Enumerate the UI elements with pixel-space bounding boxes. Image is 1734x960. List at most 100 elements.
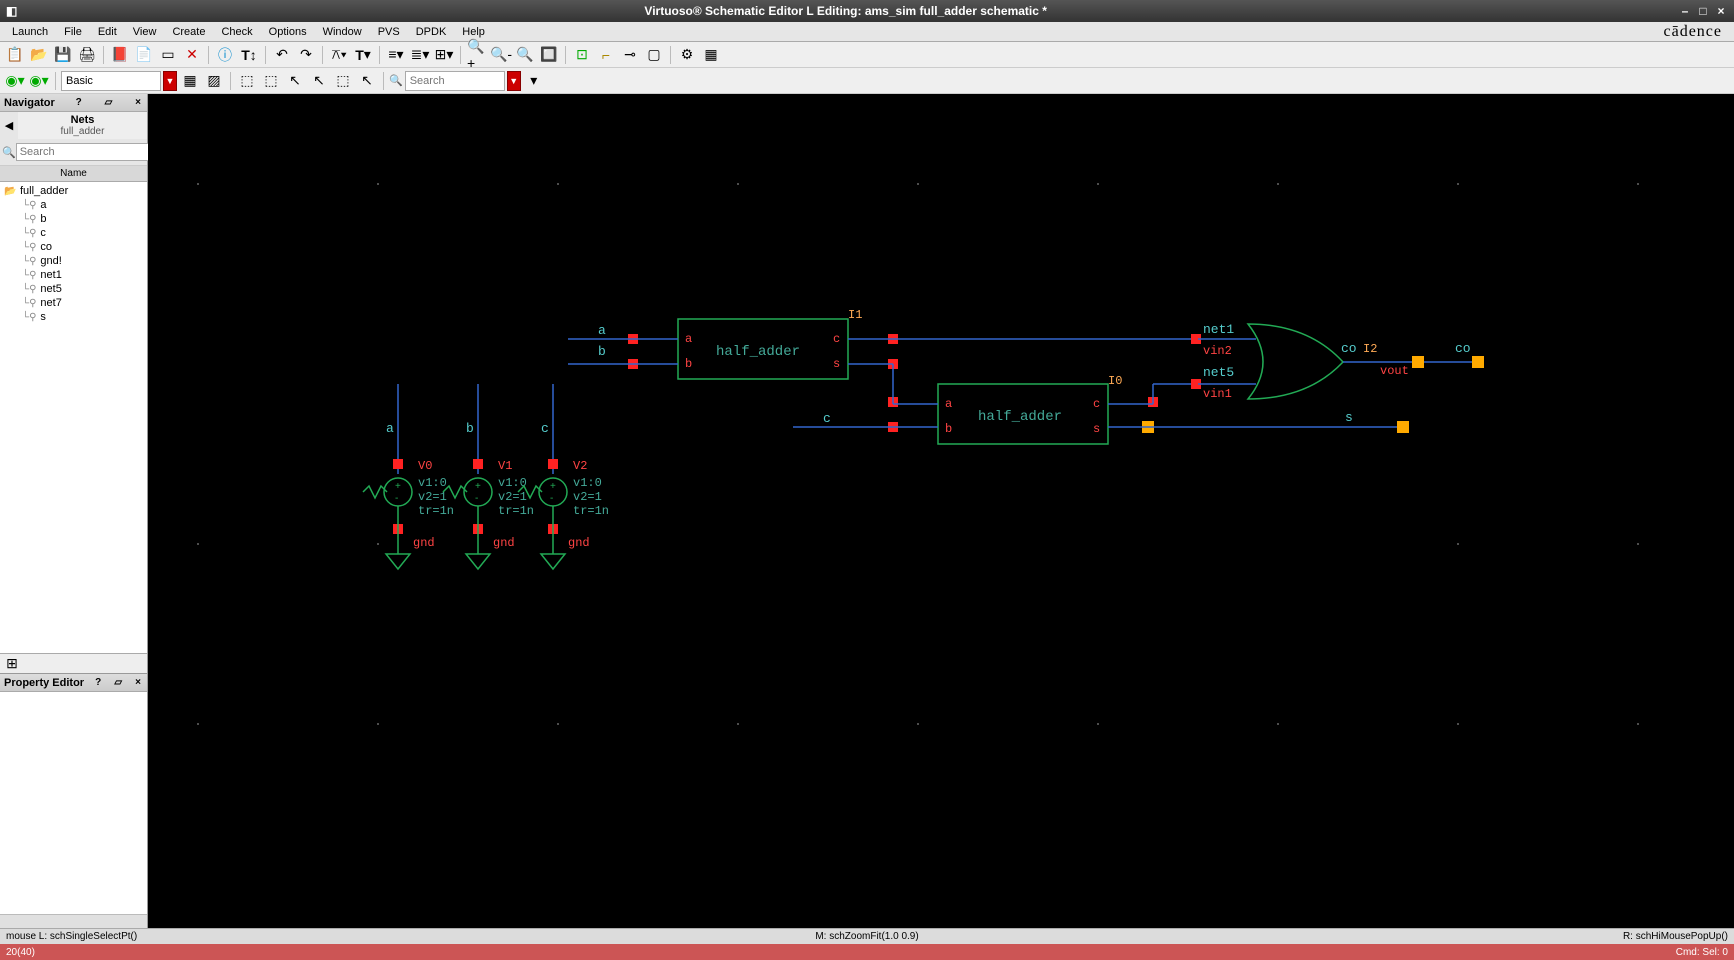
navigator-header: Navigator ? ▱ × [0,94,147,112]
net-icon: └⚲ [22,312,36,323]
navigator-list-header[interactable]: Name [0,166,147,182]
create-wire-icon[interactable]: ⌐ [595,44,617,66]
scroll-bar[interactable] [0,914,147,928]
menu-launch[interactable]: Launch [4,24,56,40]
create-instance-icon[interactable]: ⊡ [571,44,593,66]
menu-create[interactable]: Create [164,24,213,40]
vsource-v1[interactable]: + - b V1 v1:0 v2=1 tr=1n gnd [443,384,534,569]
filter-icon[interactable]: ▦ [179,70,201,92]
navigator-scope[interactable]: Nets full_adder [18,112,147,139]
menu-dpdk[interactable]: DPDK [408,24,455,40]
select3-icon[interactable]: ↖ [284,70,306,92]
v0-lbl: a [386,421,394,436]
align3-icon[interactable]: ⊞▾ [433,44,455,66]
tree-net-s[interactable]: └⚲s [0,310,147,324]
sidebar: Navigator ? ▱ × ◀ Nets full_adder 🔍 ▼ ▾ … [0,94,148,928]
maximize-button[interactable]: □ [1696,4,1710,18]
tree-net-net5[interactable]: └⚲net5 [0,282,147,296]
property-editor-panel: Property Editor ? ▱ × [0,673,147,928]
or-gate[interactable] [1248,324,1343,399]
tree-root-label: full_adder [20,185,68,197]
panel-close-icon[interactable]: × [133,677,143,688]
nav-fwd-icon[interactable]: ◉▾ [28,70,50,92]
navigator-search-row: 🔍 ▼ ▾ [0,139,147,166]
status2-left: 20(40) [6,947,35,958]
simulate-icon[interactable]: ⚙ [676,44,698,66]
info-icon[interactable]: ⓘ [214,44,236,66]
undo-icon[interactable]: ↶ [271,44,293,66]
text-tool-icon[interactable]: T▾ [352,44,374,66]
save-icon[interactable]: 💾 [52,44,74,66]
menu-window[interactable]: Window [315,24,370,40]
redo-icon[interactable]: ↷ [295,44,317,66]
align2-icon[interactable]: ≣▾ [409,44,431,66]
menu-view[interactable]: View [125,24,165,40]
tree-net-b[interactable]: └⚲b [0,212,147,226]
close-button[interactable]: × [1714,4,1728,18]
svg-text:v1:0: v1:0 [418,476,447,490]
copy-icon[interactable]: 📄 [133,44,155,66]
undock-icon[interactable]: ▱ [103,97,115,108]
delete-icon[interactable]: ✕ [181,44,203,66]
scope-sub: full_adder [18,126,147,137]
tree-net-co[interactable]: └⚲co [0,240,147,254]
select4-icon[interactable]: ↖ [308,70,330,92]
property-editor-title: Property Editor [4,677,84,689]
tree-net-net1[interactable]: └⚲net1 [0,268,147,282]
folder-icon: 📂 [4,186,16,197]
menu-edit[interactable]: Edit [90,24,125,40]
search-opts-icon[interactable]: ▾ [523,70,545,92]
vin2-label: vin2 [1203,344,1232,358]
nav-back-arrow-icon[interactable]: ◀ [0,119,18,132]
zoom-area-icon[interactable]: 🔲 [538,44,560,66]
help-icon[interactable]: ? [74,97,84,108]
tree-net-net7[interactable]: └⚲net7 [0,296,147,310]
net-icon: └⚲ [22,214,36,225]
tree-root[interactable]: 📂 full_adder [0,184,147,198]
check-save-icon[interactable]: 📋 [4,44,26,66]
nav-back-icon[interactable]: ◉▾ [4,70,26,92]
layout-icon[interactable]: ▦ [700,44,722,66]
undock-icon[interactable]: ▱ [112,677,124,688]
select2-icon[interactable]: ⬚ [260,70,282,92]
svg-text:gnd: gnd [568,536,590,550]
layer-dropdown-icon[interactable]: ▼ [163,71,177,91]
menu-options[interactable]: Options [261,24,315,40]
search-dropdown-icon[interactable]: ▼ [507,71,521,91]
nav-view-icon[interactable]: ⊞ [4,656,20,672]
select-icon[interactable]: ⬚ [236,70,258,92]
filter2-icon[interactable]: ▨ [203,70,225,92]
menu-file[interactable]: File [56,24,90,40]
zoom-fit-icon[interactable]: 🔍 [514,44,536,66]
select5-icon[interactable]: ⬚ [332,70,354,92]
print-icon[interactable]: 🖨 [76,44,98,66]
minimize-button[interactable]: – [1678,4,1692,18]
tree-net-gnd[interactable]: └⚲gnd! [0,254,147,268]
create-pin-icon[interactable]: ⊸ [619,44,641,66]
toolbar-search-input[interactable] [405,71,505,91]
menu-pvs[interactable]: PVS [370,24,408,40]
open-icon[interactable]: 📂 [28,44,50,66]
create-label-icon[interactable]: ▢ [643,44,665,66]
vsource-v0[interactable]: + - a V0 v1:0 v2=1 tr=1n gnd [363,384,454,569]
layer-select[interactable] [61,71,161,91]
tree-net-a[interactable]: └⚲a [0,198,147,212]
menu-check[interactable]: Check [213,24,260,40]
net-icon: └⚲ [22,270,36,281]
svg-text:+: + [395,481,401,492]
schematic-canvas[interactable]: half_adder I1 a b c s a b half_adder I0 … [148,94,1734,928]
zoom-out-icon[interactable]: 🔍- [490,44,512,66]
align-icon[interactable]: ≡▾ [385,44,407,66]
paste-icon[interactable]: ▭ [157,44,179,66]
tree-net-c[interactable]: └⚲c [0,226,147,240]
help-icon[interactable]: ? [93,677,103,688]
vsource-v2[interactable]: + - c V2 v1:0 v2=1 tr=1n gnd [518,384,609,569]
select6-icon[interactable]: ↖ [356,70,378,92]
status-left: mouse L: schSingleSelectPt() [6,931,137,942]
lib-icon[interactable]: 📕 [109,44,131,66]
hierarchy-icon[interactable]: ⚻▾ [328,44,350,66]
panel-close-icon[interactable]: × [133,97,143,108]
text-icon[interactable]: T↕ [238,44,260,66]
navigator-search-input[interactable] [16,143,166,161]
zoom-in-icon[interactable]: 🔍+ [466,44,488,66]
